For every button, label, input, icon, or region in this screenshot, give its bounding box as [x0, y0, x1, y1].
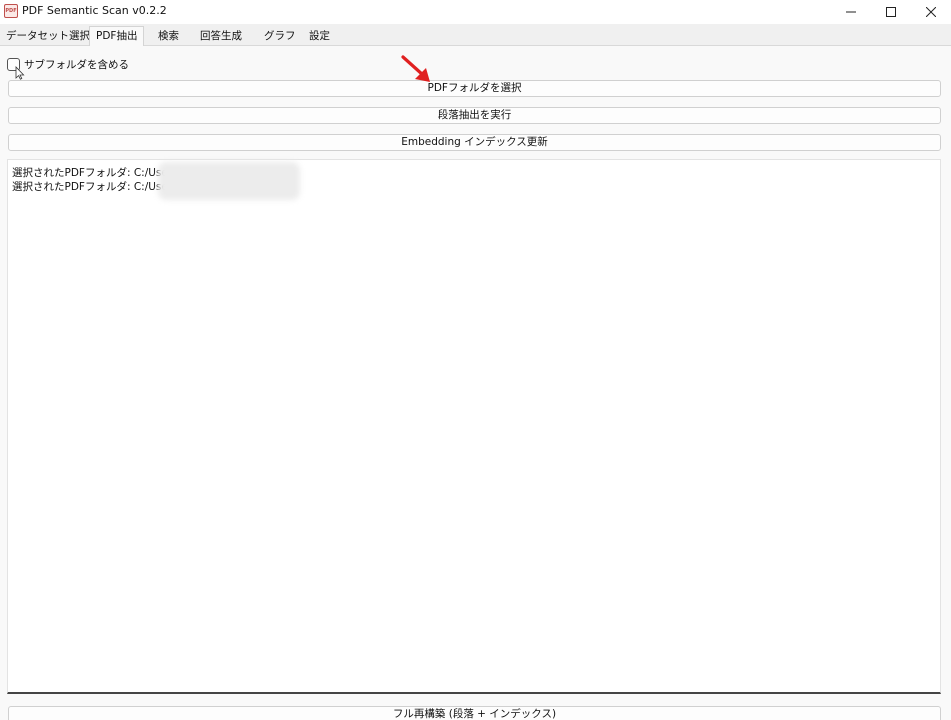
- redacted-path-blur: [158, 162, 300, 200]
- pdf-app-icon: PDF: [4, 4, 18, 18]
- title-bar: PDF PDF Semantic Scan v0.2.2: [0, 0, 951, 24]
- full-rebuild-button[interactable]: フル再構築 (段落 + インデックス): [8, 706, 941, 720]
- log-line: 選択されたPDFフォルダ: C:/Users/: [12, 181, 182, 193]
- close-button[interactable]: [911, 0, 951, 24]
- minimize-button[interactable]: [831, 0, 871, 24]
- tab-search[interactable]: 検索: [152, 27, 185, 46]
- window-title: PDF Semantic Scan v0.2.2: [22, 4, 167, 17]
- update-embedding-index-button[interactable]: Embedding インデックス更新: [8, 134, 941, 151]
- log-output[interactable]: 選択されたPDFフォルダ: C:/Users/ 選択されたPDFフォルダ: C:…: [7, 159, 941, 694]
- run-paragraph-extraction-button[interactable]: 段落抽出を実行: [8, 107, 941, 124]
- select-pdf-folder-button[interactable]: PDFフォルダを選択: [8, 80, 941, 97]
- tab-dataset-select[interactable]: データセット選択: [0, 27, 96, 46]
- maximize-icon: [886, 7, 896, 17]
- mouse-cursor-icon: [15, 66, 25, 80]
- maximize-button[interactable]: [871, 0, 911, 24]
- tab-settings[interactable]: 設定: [303, 27, 336, 46]
- include-subfolders-option[interactable]: サブフォルダを含める: [7, 57, 129, 71]
- tab-bar: データセット選択 PDF抽出 検索 回答生成 グラフ 設定: [0, 24, 951, 47]
- include-subfolders-label: サブフォルダを含める: [24, 58, 129, 71]
- log-line: 選択されたPDFフォルダ: C:/Users/: [12, 167, 182, 179]
- minimize-icon: [846, 11, 856, 13]
- tab-pdf-extract[interactable]: PDF抽出: [89, 26, 145, 47]
- tab-graph[interactable]: グラフ: [258, 27, 302, 46]
- close-icon: [926, 7, 936, 17]
- tab-answer-generation[interactable]: 回答生成: [194, 27, 248, 46]
- red-arrow-annotation-icon: [401, 55, 430, 82]
